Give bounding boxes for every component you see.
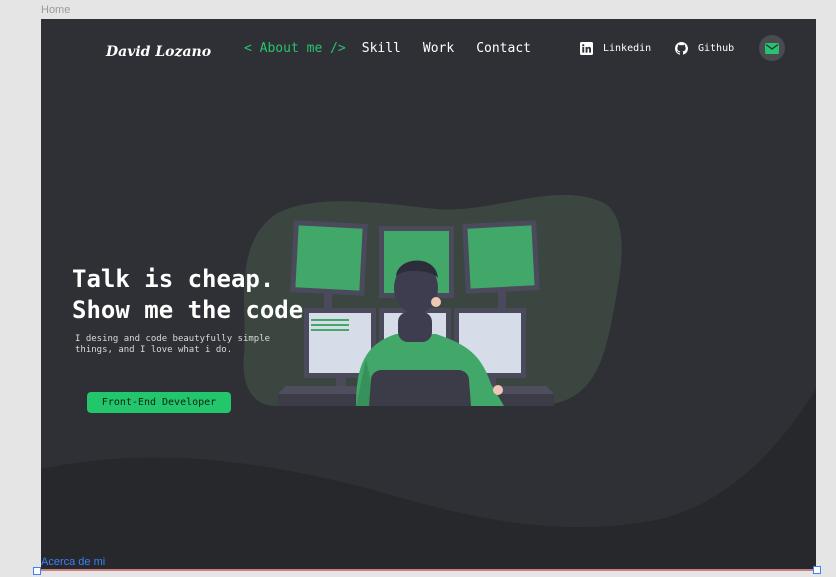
site-logo[interactable]: David Lozano	[106, 44, 211, 60]
hero-subtitle: I desing and code beautyfully simple thi…	[75, 334, 271, 355]
github-label: Github	[698, 43, 735, 54]
home-artboard: David Lozano < About me /> Skill Work Co…	[41, 19, 816, 569]
mail-button[interactable]	[759, 35, 785, 61]
github-link[interactable]: Github	[675, 42, 734, 55]
selection-outline	[36, 569, 818, 571]
main-nav: < About me /> Skill Work Contact	[244, 41, 553, 56]
selection-handle-right[interactable]	[813, 566, 821, 574]
nav-contact[interactable]: Contact	[476, 41, 531, 56]
nav-work[interactable]: Work	[423, 41, 454, 56]
nav-skill[interactable]: Skill	[362, 41, 401, 56]
mail-icon	[765, 42, 779, 54]
hero-title-line-2: Show me the code	[72, 296, 304, 324]
linkedin-label: Linkedin	[603, 43, 652, 54]
linkedin-link[interactable]: Linkedin	[580, 42, 651, 55]
frame-label-about[interactable]: Acerca de mi	[41, 556, 105, 568]
github-icon	[675, 42, 688, 55]
front-end-developer-button[interactable]: Front-End Developer	[87, 392, 231, 413]
selection-handle-left[interactable]	[33, 567, 41, 575]
nav-about-me[interactable]: < About me />	[244, 41, 346, 56]
hero-title-line-1: Talk is cheap.	[72, 265, 275, 293]
frame-label-home[interactable]: Home	[41, 4, 70, 16]
linkedin-icon	[580, 42, 593, 55]
hero-title: Talk is cheap. Show me the code	[72, 264, 303, 326]
